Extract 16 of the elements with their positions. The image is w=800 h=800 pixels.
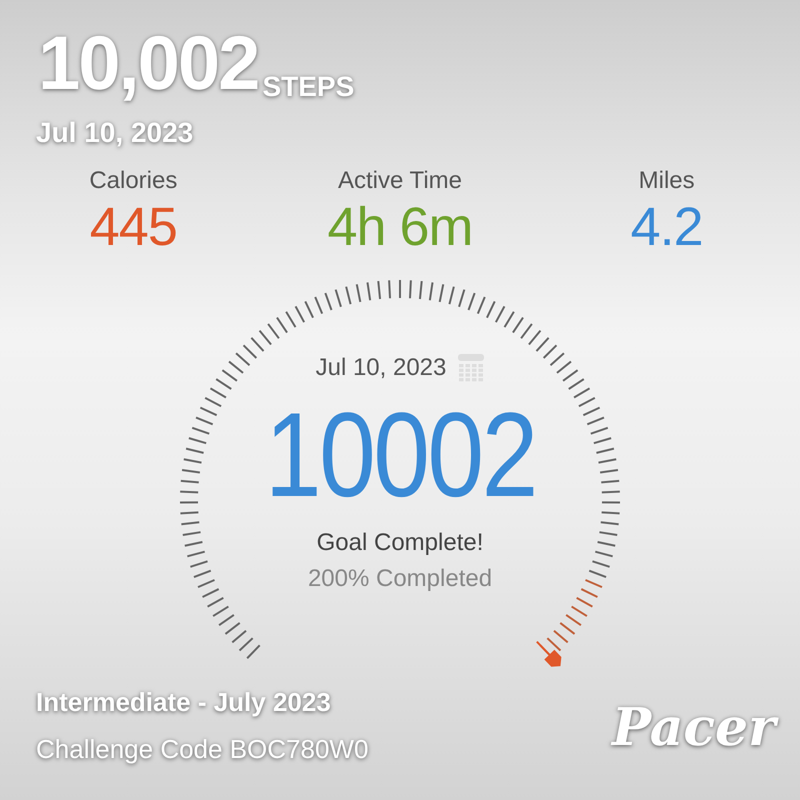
stat-value: 4h 6m (327, 196, 473, 258)
step-count: 10002 (264, 390, 536, 520)
brand-logo: Pacer (612, 698, 776, 758)
percent-completed: 200% Completed (308, 564, 492, 594)
challenge-name: Intermediate - July 2023 (36, 686, 331, 719)
challenge-code: Challenge Code BOC780W0 (36, 733, 368, 766)
stat-value: 4.2 (630, 196, 703, 258)
stat-value: 445 (90, 196, 177, 258)
steps-total: 10,002 (38, 24, 258, 104)
goal-status: Goal Complete! (316, 528, 484, 558)
overlay-date: Jul 10, 2023 (36, 116, 194, 150)
stat-label: Miles (638, 166, 695, 196)
stat-label: Active Time (338, 166, 462, 196)
steps-unit: STEPS (262, 72, 354, 102)
date-label: Jul 10, 2023 (316, 353, 446, 383)
stat-label: Calories (89, 166, 178, 196)
